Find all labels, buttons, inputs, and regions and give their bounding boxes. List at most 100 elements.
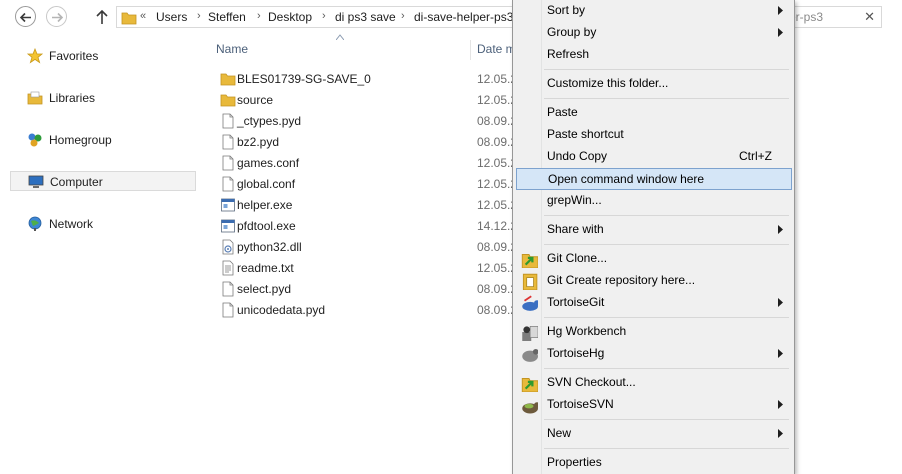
chevron-right-icon[interactable]: › xyxy=(197,10,201,22)
file-name: _ctypes.pyd xyxy=(237,114,302,128)
file-name: global.conf xyxy=(237,177,296,191)
sidebar-item-computer[interactable]: Computer xyxy=(10,171,196,191)
column-header-name[interactable]: Name xyxy=(216,42,248,56)
network-icon xyxy=(28,216,42,231)
forward-arrow-icon xyxy=(52,12,64,23)
folder-icon xyxy=(220,94,236,107)
tortoisehg-icon xyxy=(522,348,538,362)
file-icon xyxy=(222,176,234,192)
file-row[interactable]: source 12.05.2 xyxy=(218,90,518,111)
sidebar-item-label: Computer xyxy=(50,175,103,189)
file-row[interactable]: python32.dll 08.09.2 xyxy=(218,237,518,258)
column-header-date-modified[interactable]: Date m xyxy=(477,42,516,56)
file-row[interactable]: unicodedata.pyd 08.09.2 xyxy=(218,300,518,321)
breadcrumb-current-folder[interactable]: di-save-helper-ps3 xyxy=(414,10,513,24)
file-name: select.pyd xyxy=(237,282,292,296)
sidebar-item-homegroup[interactable]: Homegroup xyxy=(10,130,196,150)
text-file-icon xyxy=(222,260,234,276)
svn-checkout-icon xyxy=(521,378,538,392)
sidebar-item-libraries[interactable]: Libraries xyxy=(10,88,196,108)
file-name: readme.txt xyxy=(237,261,294,275)
up-button[interactable] xyxy=(94,8,110,26)
menu-separator xyxy=(544,448,789,449)
menu-item-tortoisesvn[interactable]: TortoiseSVN xyxy=(516,394,792,416)
file-row[interactable]: select.pyd 08.09.2 xyxy=(218,279,518,300)
back-arrow-icon xyxy=(19,12,31,23)
file-row[interactable]: _ctypes.pyd 08.09.2 xyxy=(218,111,518,132)
menu-item-group-by[interactable]: Group by xyxy=(516,22,792,44)
file-icon xyxy=(222,302,234,318)
menu-item-hg-workbench[interactable]: Hg Workbench xyxy=(516,321,792,343)
file-row[interactable]: readme.txt 12.05.2 xyxy=(218,258,518,279)
file-row[interactable]: pfdtool.exe 14.12.2 xyxy=(218,216,518,237)
menu-item-undo-copy[interactable]: Undo Copy Ctrl+Z xyxy=(516,146,792,168)
hg-workbench-icon xyxy=(522,326,538,341)
sidebar-item-label: Libraries xyxy=(49,91,96,105)
file-name: helper.exe xyxy=(237,198,293,212)
context-menu: Sort by Group by Refresh Customize this fol… xyxy=(512,0,795,474)
computer-icon xyxy=(28,175,44,188)
menu-item-tortoisegit[interactable]: TortoiseGit xyxy=(516,292,792,314)
sidebar-item-label: Network xyxy=(49,217,94,231)
submenu-arrow-icon xyxy=(778,349,783,358)
menu-item-sort-by[interactable]: Sort by xyxy=(516,0,792,22)
menu-separator xyxy=(544,69,789,70)
menu-item-customize-this-folder[interactable]: Customize this folder... xyxy=(516,73,792,95)
file-name: python32.dll xyxy=(237,240,302,254)
menu-item-share-with[interactable]: Share with xyxy=(516,219,792,241)
file-row[interactable]: global.conf 12.05.2 xyxy=(218,174,518,195)
back-button[interactable] xyxy=(15,6,36,27)
menu-item-label: Undo Copy xyxy=(547,149,608,163)
forward-button[interactable] xyxy=(46,6,67,27)
menu-item-paste-shortcut[interactable]: Paste shortcut xyxy=(516,124,792,146)
menu-item-tortoisehg[interactable]: TortoiseHg xyxy=(516,343,792,365)
file-name: bz2.pyd xyxy=(237,135,280,149)
menu-separator xyxy=(544,368,789,369)
menu-item-properties[interactable]: Properties xyxy=(516,452,792,474)
breadcrumb-overflow[interactable]: « xyxy=(140,10,146,22)
explorer-window: « Users › Steffen › Desktop › di ps3 sav… xyxy=(0,0,902,474)
menu-item-paste[interactable]: Paste xyxy=(516,102,792,124)
menu-item-git-create-repository-here[interactable]: Git Create repository here... xyxy=(516,270,792,292)
menu-separator xyxy=(544,98,789,99)
menu-item-open-command-window-here[interactable]: Open command window here xyxy=(516,168,792,190)
file-icon xyxy=(222,134,234,150)
breadcrumb-users[interactable]: Users xyxy=(156,10,187,24)
dll-icon xyxy=(222,239,234,255)
address-bar[interactable]: « Users › Steffen › Desktop › di ps3 sav… xyxy=(116,6,536,28)
chevron-right-icon[interactable]: › xyxy=(257,10,261,22)
menu-item-git-clone[interactable]: Git Clone... xyxy=(516,248,792,270)
menu-item-refresh[interactable]: Refresh xyxy=(516,44,792,66)
breadcrumb-steffen[interactable]: Steffen xyxy=(208,10,246,24)
file-row[interactable]: games.conf 12.05.2 xyxy=(218,153,518,174)
sidebar-item-label: Favorites xyxy=(49,49,99,63)
tortoisesvn-icon xyxy=(522,402,538,414)
file-row[interactable]: BLES01739-SG-SAVE_0 12.05.2 xyxy=(218,69,518,90)
folder-icon xyxy=(121,12,137,25)
submenu-arrow-icon xyxy=(778,28,783,37)
menu-item-label: Open command window here xyxy=(548,172,705,186)
menu-separator xyxy=(544,215,789,216)
exe-icon xyxy=(221,198,235,212)
menu-item-label: Refresh xyxy=(547,47,590,61)
sidebar-item-network[interactable]: Network xyxy=(10,214,196,234)
menu-item-new[interactable]: New xyxy=(516,423,792,445)
file-row[interactable]: bz2.pyd 08.09.2 xyxy=(218,132,518,153)
chevron-right-icon[interactable]: › xyxy=(401,10,405,22)
breadcrumb-desktop[interactable]: Desktop xyxy=(268,10,312,24)
menu-item-grepwin[interactable]: grepWin... xyxy=(516,190,792,212)
column-divider[interactable] xyxy=(470,40,471,60)
menu-item-label: TortoiseGit xyxy=(547,295,605,309)
breadcrumb-di-ps3-save[interactable]: di ps3 save xyxy=(335,10,396,24)
file-name: pfdtool.exe xyxy=(237,219,296,233)
tortoisegit-icon xyxy=(522,295,538,311)
menu-item-label: Customize this folder... xyxy=(547,76,669,90)
star-icon xyxy=(27,48,43,64)
clear-search-icon[interactable]: ✕ xyxy=(864,9,875,25)
file-row[interactable]: helper.exe 12.05.2 xyxy=(218,195,518,216)
menu-item-svn-checkout[interactable]: SVN Checkout... xyxy=(516,372,792,394)
menu-item-label: TortoiseSVN xyxy=(547,397,614,411)
menu-item-label: Share with xyxy=(547,222,604,236)
sidebar-item-favorites[interactable]: Favorites xyxy=(10,46,196,66)
chevron-right-icon[interactable]: › xyxy=(322,10,326,22)
